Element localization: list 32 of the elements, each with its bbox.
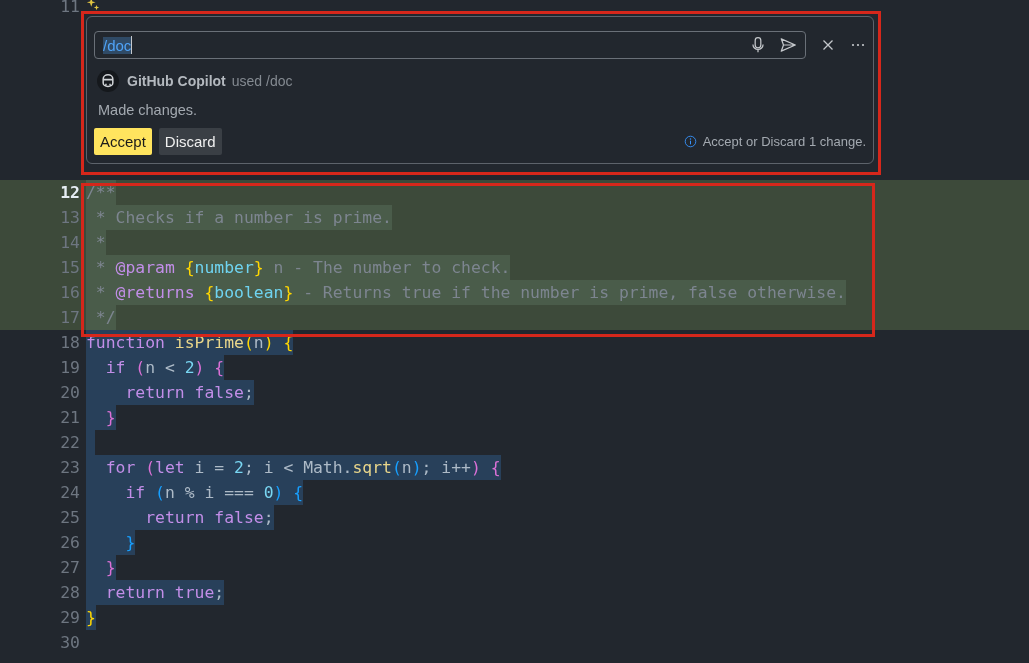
line-number: 27 bbox=[59, 557, 80, 579]
agent-name: GitHub Copilot bbox=[127, 73, 226, 89]
microphone-icon[interactable] bbox=[749, 36, 767, 54]
line-number: 18 bbox=[59, 332, 80, 354]
line-number: 16 bbox=[59, 282, 80, 304]
line-number: 29 bbox=[59, 607, 80, 629]
line-number: 20 bbox=[59, 382, 80, 404]
chat-input[interactable]: /doc bbox=[94, 31, 806, 59]
hint-text: Accept or Discard 1 change. bbox=[702, 134, 866, 149]
line-number: 24 bbox=[59, 482, 80, 504]
discard-button[interactable]: Discard bbox=[158, 128, 222, 155]
line-number: 23 bbox=[59, 457, 80, 479]
line-number: 12 bbox=[59, 182, 80, 204]
line-number: 25 bbox=[59, 507, 80, 529]
accept-button[interactable]: Accept bbox=[94, 128, 152, 155]
robot-avatar-icon bbox=[97, 70, 119, 92]
line-number: 17 bbox=[59, 307, 80, 329]
line-number: 11 bbox=[59, 0, 80, 18]
send-icon[interactable] bbox=[779, 36, 797, 54]
line-number: 13 bbox=[59, 207, 80, 229]
line-number: 15 bbox=[59, 257, 80, 279]
line-number: 21 bbox=[59, 407, 80, 429]
info-icon bbox=[683, 135, 697, 148]
line-number: 26 bbox=[59, 532, 80, 554]
line-number: 28 bbox=[59, 582, 80, 604]
line-number: 22 bbox=[59, 432, 80, 454]
agent-action: used /doc bbox=[231, 73, 293, 89]
line-number: 30 bbox=[59, 632, 80, 654]
line-number: 19 bbox=[59, 357, 80, 379]
line-number: 14 bbox=[59, 232, 80, 254]
response-message: Made changes. bbox=[97, 102, 199, 118]
sparkle-icon[interactable] bbox=[86, 0, 100, 11]
